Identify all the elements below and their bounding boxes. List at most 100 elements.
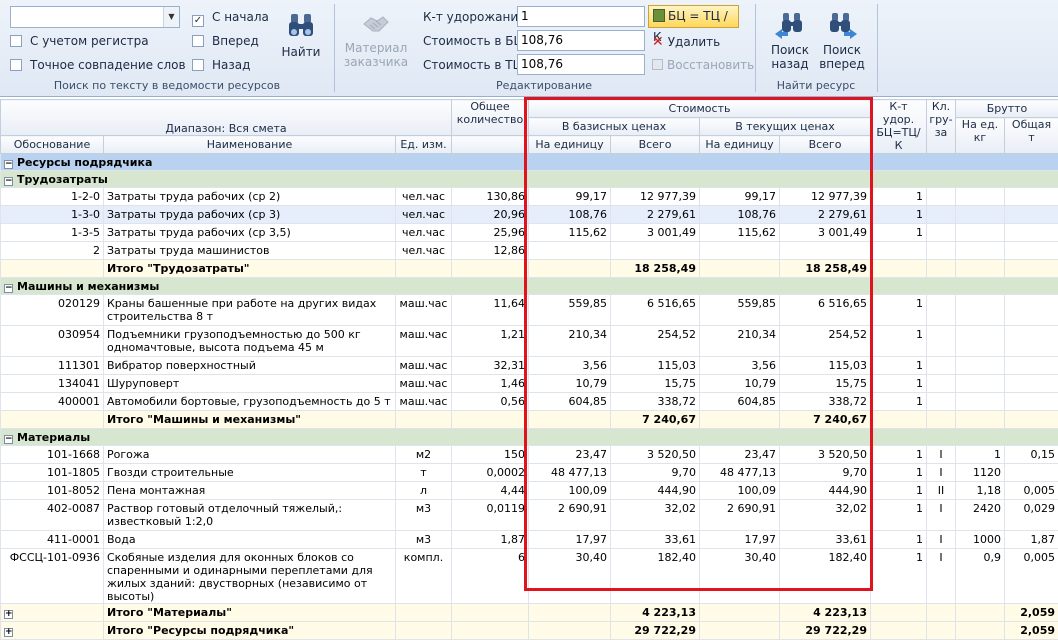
chevron-down-icon[interactable]: ▼ [163,7,179,27]
qty-cell[interactable]: 1,87 [452,531,529,549]
base-total-cell[interactable]: 6 516,65 [611,295,700,326]
gross-unit-cell[interactable] [956,224,1005,242]
total-row[interactable]: +Итого "Материалы"4 223,134 223,132,059 [1,604,1058,622]
name-cell[interactable]: Раствор готовый отделочный тяжелый,: изв… [104,500,396,531]
qty-cell[interactable]: 32,31 [452,357,529,375]
cargo-class-cell[interactable] [927,188,956,206]
unit-cell[interactable]: л [396,482,452,500]
base-unit-cell[interactable]: 559,85 [529,295,611,326]
base-unit-cell[interactable]: 30,40 [529,549,611,604]
name-cell[interactable]: Затраты труда рабочих (ср 3,5) [104,224,396,242]
unit-cell[interactable]: маш.час [396,357,452,375]
current-total-cell[interactable]: 254,52 [780,326,871,357]
base-total-cell[interactable]: 254,52 [611,326,700,357]
current-unit-cell[interactable]: 559,85 [700,295,780,326]
collapse-icon[interactable]: − [4,177,13,186]
base-total-cell[interactable]: 182,40 [611,549,700,604]
base-unit-cell[interactable]: 108,76 [529,206,611,224]
base-total-cell[interactable]: 15,75 [611,375,700,393]
current-total-cell[interactable]: 12 977,39 [780,188,871,206]
base-unit-cell[interactable]: 3,56 [529,357,611,375]
group-cell[interactable]: −Машины и механизмы [1,278,1058,295]
cargo-class-cell[interactable] [927,375,956,393]
base-unit-cell[interactable]: 100,09 [529,482,611,500]
total-row[interactable]: +Итого "Ресурсы подрядчика"29 722,2929 7… [1,622,1058,640]
unit-cell[interactable]: м2 [396,446,452,464]
cargo-class-cell[interactable] [927,206,956,224]
base-total-cell[interactable]: 2 279,61 [611,206,700,224]
gross-unit-cell[interactable] [956,242,1005,260]
qty-cell[interactable]: 4,44 [452,482,529,500]
exact-match-checkbox[interactable]: Точное совпадение слов [10,57,186,73]
resource-row[interactable]: ФССЦ-101-0936Скобяные изделия для оконны… [1,549,1058,604]
base-total-cell[interactable] [611,242,700,260]
name-cell[interactable]: Скобяные изделия для оконных блоков со с… [104,549,396,604]
resource-row[interactable]: 134041Шуруповертмаш.час1,4610,7915,7510,… [1,375,1058,393]
base-total-cell[interactable]: 3 001,49 [611,224,700,242]
code-cell[interactable]: 020129 [1,295,104,326]
unit-cell[interactable]: маш.час [396,375,452,393]
current-total-cell[interactable]: 15,75 [780,375,871,393]
qty-cell[interactable]: 6 [452,549,529,604]
unit-cell[interactable]: маш.час [396,326,452,357]
current-total-cell[interactable]: 182,40 [780,549,871,604]
coef-cell[interactable]: 1 [871,482,927,500]
gross-per-unit-header[interactable]: На ед. кг [956,118,1005,154]
cargo-class-cell[interactable]: I [927,446,956,464]
code-cell[interactable]: 411-0001 [1,531,104,549]
coef-field[interactable]: 1 [517,6,645,27]
gross-unit-cell[interactable]: 1120 [956,464,1005,482]
gross-total-cell[interactable] [1005,393,1058,411]
resource-row[interactable]: 1-3-5Затраты труда рабочих (ср 3,5)чел.ч… [1,224,1058,242]
expand-icon[interactable]: + [4,610,13,619]
coef-cell[interactable]: 1 [871,295,927,326]
coef-cell[interactable]: 1 [871,357,927,375]
current-unit-cell[interactable]: 23,47 [700,446,780,464]
current-unit-cell[interactable]: 99,17 [700,188,780,206]
checkbox-box[interactable] [192,59,204,71]
match-case-checkbox[interactable]: С учетом регистра [10,33,149,49]
code-cell[interactable]: ФССЦ-101-0936 [1,549,104,604]
qty-cell[interactable]: 25,96 [452,224,529,242]
collapse-icon[interactable]: − [4,284,13,293]
cargo-class-cell[interactable] [927,242,956,260]
qty-cell[interactable]: 1,46 [452,375,529,393]
base-total-cell[interactable]: 12 977,39 [611,188,700,206]
bc-equals-tc-button[interactable]: БЦ = ТЦ / К [648,5,739,28]
customer-material-button[interactable]: Материал заказчика [343,10,409,69]
resource-row[interactable]: 400001Автомобили бортовые, грузоподъемно… [1,393,1058,411]
total-toggle-cell[interactable]: + [1,622,104,640]
name-cell[interactable]: Подъемники грузоподъемностью до 500 кг о… [104,326,396,357]
cargo-class-cell[interactable] [927,295,956,326]
cargo-class-cell[interactable] [927,326,956,357]
current-total-cell[interactable]: 3 001,49 [780,224,871,242]
current-total-cell[interactable]: 2 279,61 [780,206,871,224]
current-total-cell[interactable]: 444,90 [780,482,871,500]
name-cell[interactable]: Затраты труда машинистов [104,242,396,260]
base-total-cell[interactable]: 338,72 [611,393,700,411]
qty-cell[interactable]: 11,64 [452,295,529,326]
basis-header[interactable]: Обоснование [1,136,104,154]
code-cell[interactable]: 101-1668 [1,446,104,464]
unit-cell[interactable]: чел.час [396,188,452,206]
base-total-cell[interactable]: 444,90 [611,482,700,500]
current-unit-cell[interactable]: 30,40 [700,549,780,604]
total-row[interactable]: Итого "Машины и механизмы"7 240,677 240,… [1,411,1058,429]
unit-cell[interactable]: чел.час [396,242,452,260]
base-total-cell[interactable]: 33,61 [611,531,700,549]
name-cell[interactable]: Шуруповерт [104,375,396,393]
restore-button[interactable]: Восстановить [652,58,754,72]
base-unit-cell[interactable]: 115,62 [529,224,611,242]
search-combo[interactable]: ▼ [10,6,180,28]
coef-cell[interactable]: 1 [871,531,927,549]
cargo-class-cell[interactable] [927,224,956,242]
resource-row[interactable]: 2Затраты труда машинистовчел.час12,86 [1,242,1058,260]
resources-grid[interactable]: Диапазон: Вся смета Общее количество Сто… [0,99,1058,628]
gross-unit-cell[interactable] [956,326,1005,357]
base-total-header[interactable]: Всего [611,136,700,154]
name-cell[interactable]: Краны башенные при работе на других вида… [104,295,396,326]
code-cell[interactable]: 111301 [1,357,104,375]
base-unit-cell[interactable]: 17,97 [529,531,611,549]
base-total-cell[interactable]: 3 520,50 [611,446,700,464]
name-cell[interactable]: Автомобили бортовые, грузоподъемность до… [104,393,396,411]
